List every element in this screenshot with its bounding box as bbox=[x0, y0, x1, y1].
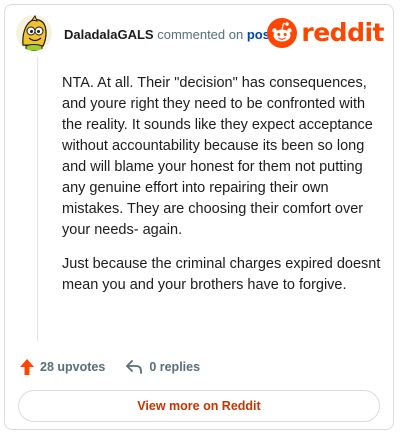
comment-header: DaladalaGALS commented on post bbox=[64, 27, 274, 42]
comment-paragraph: NTA. At all. Their "decision" has conseq… bbox=[62, 75, 373, 238]
thread-line bbox=[37, 57, 38, 341]
commented-on-text: commented on bbox=[157, 27, 244, 42]
reddit-logo[interactable]: reddit bbox=[267, 18, 384, 48]
username-link[interactable]: DaladalaGALS bbox=[64, 27, 154, 42]
view-more-button[interactable]: View more on Reddit bbox=[18, 390, 380, 422]
comment-actions: 28 upvotes 0 replies bbox=[19, 357, 200, 377]
user-avatar-icon[interactable] bbox=[16, 15, 52, 51]
comment-body: NTA. At all. Their "decision" has conseq… bbox=[62, 73, 382, 309]
replies-button[interactable]: 0 replies bbox=[125, 359, 200, 375]
reply-arrow-icon bbox=[126, 360, 143, 374]
comment-paragraph: Just because the criminal charges expire… bbox=[62, 256, 381, 293]
comment-card: DaladalaGALS commented on post reddit NT… bbox=[4, 4, 394, 430]
reddit-snoo-icon bbox=[267, 18, 298, 48]
reddit-wordmark: reddit bbox=[301, 18, 384, 47]
reply-count: 0 replies bbox=[149, 360, 201, 374]
upvote-arrow-icon bbox=[20, 359, 34, 375]
upvote-button[interactable]: 28 upvotes bbox=[19, 358, 105, 376]
upvote-count: 28 upvotes bbox=[40, 360, 106, 374]
